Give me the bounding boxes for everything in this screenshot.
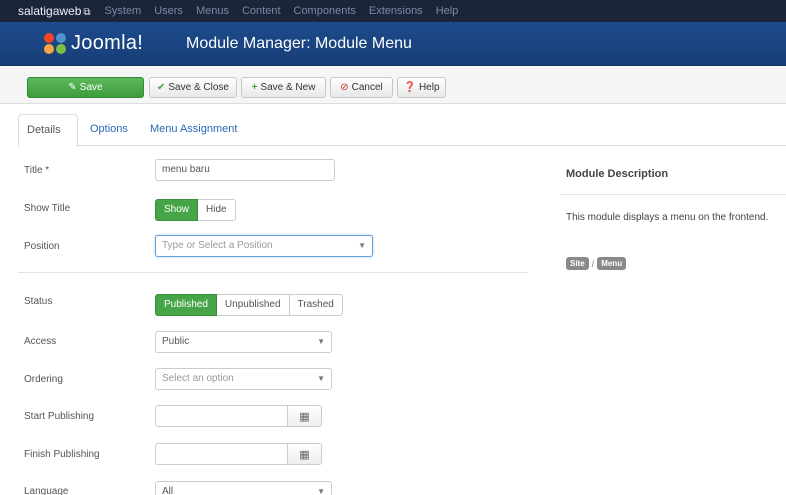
description-divider [560,194,786,195]
status-toggle: Published Unpublished Trashed [155,294,343,316]
joomla-logo-icon [44,32,68,55]
question-icon: ❓ [403,82,416,93]
tab-details[interactable]: Details [18,114,78,147]
title-label: Title * [24,165,50,176]
finish-publishing-label: Finish Publishing [24,449,100,460]
position-select[interactable]: Type or Select a Position ▼ [155,235,373,257]
chevron-down-icon: ▼ [317,374,325,383]
page-header: Joomla! Module Manager: Module Menu [0,22,786,66]
external-link-icon: ⧉ [83,7,91,18]
status-label: Status [24,296,53,307]
admin-menu-bar: salatigaweb ⧉ System Users Menus Content … [0,0,786,22]
plus-icon: + [251,82,258,93]
menu-content[interactable]: Content [242,5,281,17]
menu-system[interactable]: System [105,5,142,17]
tab-bar: Details Options Menu Assignment [18,114,786,147]
joomla-logo-text: Joomla! [71,32,144,54]
ordering-label: Ordering [24,374,63,385]
chevron-down-icon: ▼ [317,337,325,346]
show-title-show-option[interactable]: Show [155,199,199,221]
joomla-logo[interactable]: Joomla! [44,32,164,55]
calendar-icon[interactable]: ▦ [287,405,322,427]
site-name-link[interactable]: salatigaweb ⧉ [18,4,91,18]
calendar-icon[interactable]: ▦ [287,443,322,465]
finish-publishing-input[interactable] [155,443,288,465]
cancel-icon: ⊘ [340,82,349,93]
page-title: Module Manager: Module Menu [186,34,412,52]
badge-separator: / [591,258,595,269]
chevron-down-icon: ▼ [358,241,366,250]
language-label: Language [24,486,69,495]
save-new-button[interactable]: + Save & New [241,77,326,98]
menu-help[interactable]: Help [436,5,459,17]
menu-components[interactable]: Components [294,5,356,17]
status-published-option[interactable]: Published [155,294,217,316]
check-icon: ✔ [157,82,166,93]
save-close-button[interactable]: ✔ Save & Close [149,77,237,98]
access-label: Access [24,336,57,347]
tab-options[interactable]: Options [82,114,136,146]
help-button[interactable]: ❓ Help [397,77,446,98]
title-input[interactable]: menu baru [155,159,335,181]
save-button[interactable]: ✎ Save [27,77,144,98]
form-divider [18,272,528,273]
cancel-button[interactable]: ⊘ Cancel [330,77,393,98]
site-badge: Site [566,257,589,270]
menu-users[interactable]: Users [154,5,183,17]
start-publishing-input[interactable] [155,405,288,427]
status-trashed-option[interactable]: Trashed [289,294,343,316]
show-title-label: Show Title [24,203,71,214]
edit-icon: ✎ [68,82,77,93]
status-unpublished-option[interactable]: Unpublished [216,294,290,316]
menu-extensions[interactable]: Extensions [369,5,423,17]
menu-menus[interactable]: Menus [196,5,229,17]
menu-badge: Menu [597,257,627,270]
show-title-hide-option[interactable]: Hide [198,199,236,221]
start-publishing-label: Start Publishing [24,411,95,422]
chevron-down-icon: ▼ [317,487,325,495]
module-description-title: Module Description [566,168,669,180]
module-badges: Site / Menu [566,257,627,270]
show-title-toggle: Show Hide [155,199,236,221]
module-description-text: This module displays a menu on the front… [566,212,769,223]
language-select[interactable]: All ▼ [155,481,332,495]
access-select[interactable]: Public ▼ [155,331,332,353]
ordering-select[interactable]: Select an option ▼ [155,368,332,390]
position-label: Position [24,241,60,252]
toolbar: ✎ Save ✔ Save & Close + Save & New ⊘ Can… [0,67,786,104]
tab-menu-assignment[interactable]: Menu Assignment [142,114,245,146]
